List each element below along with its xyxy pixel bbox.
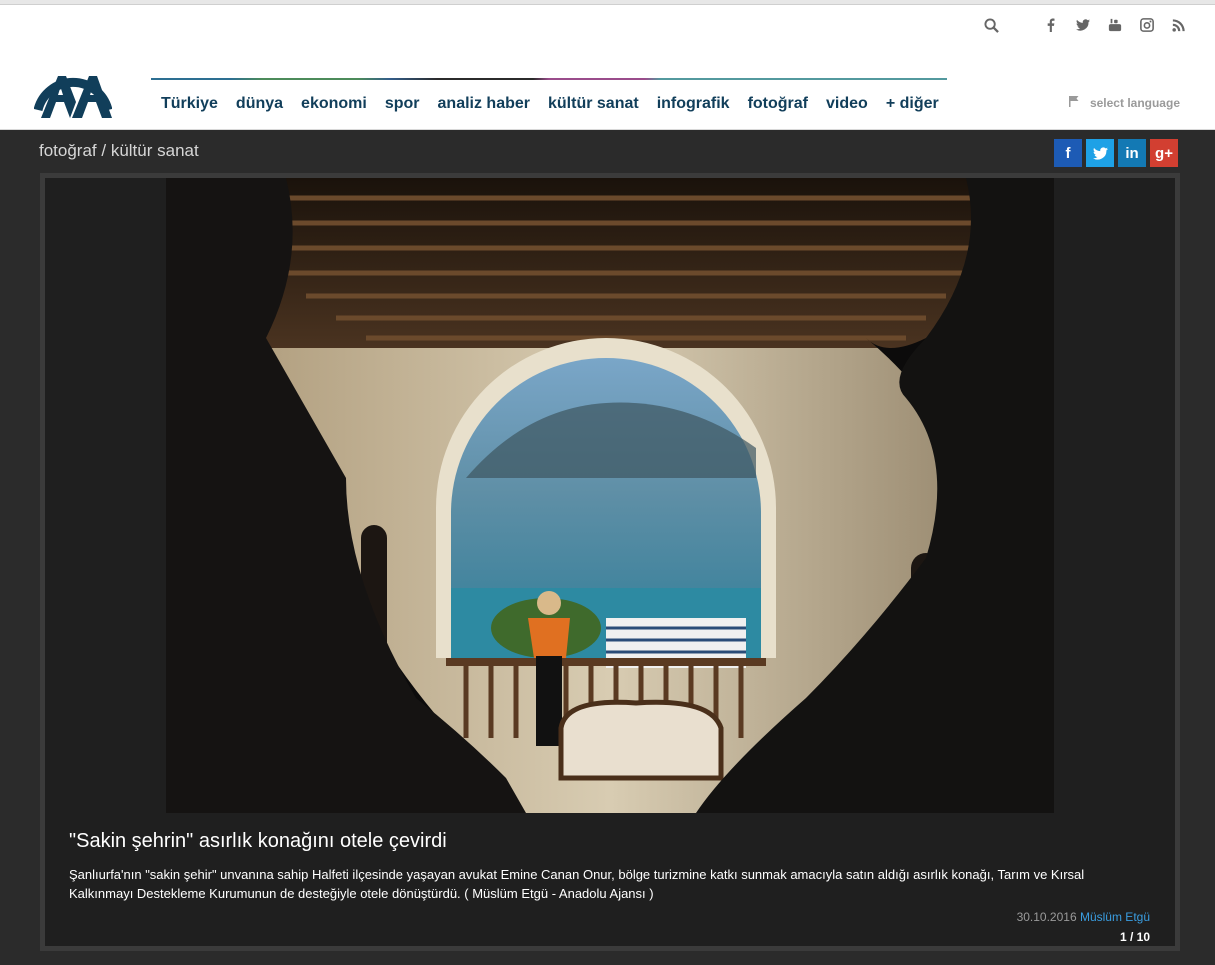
nav-item-infografik[interactable]: infografik xyxy=(648,78,739,124)
nav-item-spor[interactable]: spor xyxy=(376,78,429,124)
gallery-counter: 1 / 10 xyxy=(1119,930,1150,944)
gallery-description: Şanlıurfa'nın "sakin şehir" unvanına sah… xyxy=(69,867,1085,901)
nav-item-video[interactable]: video xyxy=(817,78,877,124)
header-social-links xyxy=(983,13,1187,37)
gallery-title: "Sakin şehrin" asırlık konağını otele çe… xyxy=(69,830,447,852)
nav-item-turkiye[interactable]: Türkiye xyxy=(151,78,227,124)
nav-item-analiz-haber[interactable]: analiz haber xyxy=(429,78,539,124)
flag-icon xyxy=(1068,95,1080,110)
nav-item-fotograf[interactable]: fotoğraf xyxy=(739,78,817,124)
youtube-icon[interactable] xyxy=(1107,17,1123,33)
share-facebook-button[interactable]: f xyxy=(1054,139,1082,167)
share-twitter-button[interactable] xyxy=(1086,139,1114,167)
breadcrumb[interactable]: fotoğraf / kültür sanat xyxy=(39,141,199,161)
gallery-photo[interactable] xyxy=(166,178,1054,813)
nav-item-ekonomi[interactable]: ekonomi xyxy=(292,78,376,124)
share-buttons: f in g+ xyxy=(1054,139,1178,167)
gallery-meta: 30.10.2016 Müslüm Etgü xyxy=(1017,910,1150,924)
gallery-date: 30.10.2016 xyxy=(1016,910,1077,924)
share-linkedin-button[interactable]: in xyxy=(1118,139,1146,167)
share-googleplus-button[interactable]: g+ xyxy=(1150,139,1178,167)
gallery-author-link[interactable]: Müslüm Etgü xyxy=(1080,910,1150,924)
site-header: Türkiye dünya ekonomi spor analiz haber … xyxy=(0,5,1215,130)
rss-icon[interactable] xyxy=(1171,17,1187,33)
main-nav: Türkiye dünya ekonomi spor analiz haber … xyxy=(151,78,948,124)
twitter-icon[interactable] xyxy=(1075,17,1091,33)
instagram-icon[interactable] xyxy=(1139,17,1155,33)
nav-item-kultur-sanat[interactable]: kültür sanat xyxy=(539,78,648,124)
search-icon[interactable] xyxy=(983,17,999,33)
gallery-frame: "Sakin şehrin" asırlık konağını otele çe… xyxy=(40,173,1180,951)
facebook-icon[interactable] xyxy=(1043,17,1059,33)
nav-item-diger[interactable]: + diğer xyxy=(877,78,948,124)
twitter-icon xyxy=(1092,146,1108,160)
language-selector[interactable]: select language xyxy=(1068,95,1180,110)
aa-logo[interactable] xyxy=(33,50,113,120)
gallery-panel: "Sakin şehrin" asırlık konağını otele çe… xyxy=(45,178,1175,946)
language-label: select language xyxy=(1089,95,1180,110)
nav-item-dunya[interactable]: dünya xyxy=(227,78,292,124)
